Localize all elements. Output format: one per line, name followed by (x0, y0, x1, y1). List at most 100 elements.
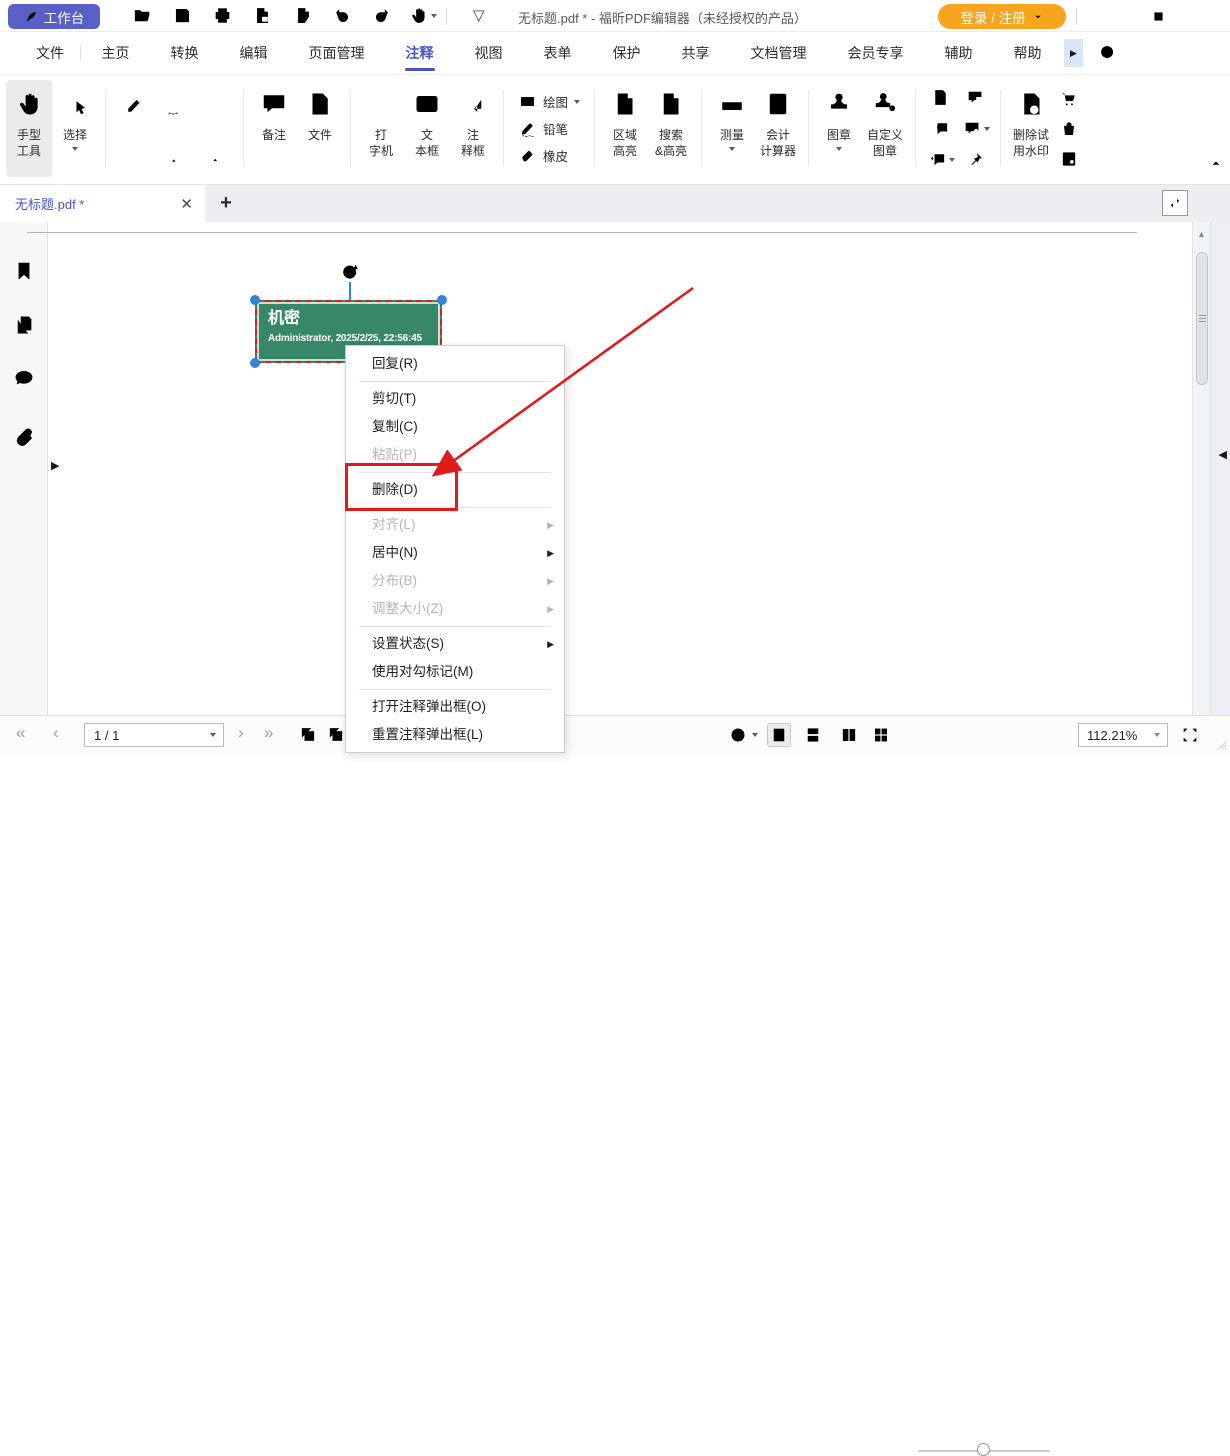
insert-caret-icon[interactable] (204, 140, 228, 164)
list-gear-icon[interactable] (1059, 149, 1079, 169)
menubar-tab-7[interactable]: 保护 (613, 32, 641, 74)
minimize-button[interactable] (1083, 0, 1123, 32)
fullscreen-icon[interactable] (1180, 725, 1200, 745)
clock-dropdown-caret[interactable] (752, 733, 758, 737)
collapse-toolbar-chevron-icon[interactable]: ▽ (473, 6, 485, 24)
menubar-tab-9[interactable]: 文档管理 (751, 32, 807, 74)
area-highlight-button[interactable]: 区域 高亮 (602, 80, 648, 177)
print-icon[interactable] (212, 5, 233, 26)
zoom-in-icon[interactable] (1056, 726, 1073, 743)
context-menu-item-6[interactable]: 居中(N)▶ (346, 539, 564, 567)
resize-handle-tl[interactable] (250, 295, 260, 305)
next-view-icon[interactable] (326, 725, 346, 745)
read-mode-clock-icon[interactable] (728, 725, 748, 745)
tab-close-icon[interactable]: ✕ (180, 195, 193, 213)
page-check-icon[interactable] (930, 87, 951, 108)
search-highlight-button[interactable]: 搜索 &高亮 (648, 80, 694, 177)
close-button[interactable] (1188, 0, 1228, 32)
more-menus-button[interactable]: ▶ (1064, 39, 1083, 67)
context-menu-item-3[interactable]: 粘贴(P) (346, 441, 564, 469)
bag-icon[interactable] (1059, 119, 1079, 139)
facing-layout-button[interactable] (837, 723, 861, 747)
context-menu-item-12[interactable]: 重置注释弹出框(L) (346, 721, 564, 749)
context-menu-item-2[interactable]: 复制(C) (346, 413, 564, 441)
document-tab[interactable]: 无标题.pdf * ✕ (0, 185, 205, 222)
comments-panel-icon[interactable] (11, 366, 37, 392)
menubar-tab-1[interactable]: 转换 (171, 32, 199, 74)
open-file-icon[interactable] (132, 5, 153, 26)
next-page-icon[interactable]: › (238, 723, 244, 743)
custom-stamp-button[interactable]: 自定义 图章 (862, 80, 908, 177)
new-tab-button[interactable]: + (210, 185, 242, 222)
hand-tool-button[interactable]: 手型 工具 (6, 80, 52, 177)
context-menu-item-11[interactable]: 打开注释弹出框(O) (346, 693, 564, 721)
resize-handle-tr[interactable] (437, 295, 447, 305)
hand-quick-icon[interactable] (408, 5, 429, 26)
summarize-comments-icon[interactable] (965, 87, 986, 108)
callout-button[interactable]: 注 释框 (450, 80, 496, 177)
file-menu[interactable]: 文件 (14, 43, 64, 63)
zoom-out-icon[interactable] (898, 726, 915, 743)
highlight-pen-icon[interactable] (122, 94, 146, 118)
note-button[interactable]: 备注 (251, 80, 297, 177)
context-menu-item-9[interactable]: 设置状态(S)▶ (346, 630, 564, 658)
scrollbar-thumb[interactable] (1196, 252, 1208, 385)
previous-view-icon[interactable] (298, 725, 318, 745)
underline-text-icon[interactable] (204, 94, 228, 118)
export-comments-icon[interactable] (927, 149, 948, 170)
attachments-panel-icon[interactable] (11, 424, 37, 450)
scroll-up-icon[interactable]: ▲ (1193, 229, 1210, 239)
resize-handle-bl[interactable] (250, 358, 260, 368)
previous-page-icon[interactable]: ‹ (53, 723, 59, 743)
context-menu-item-5[interactable]: 对齐(L)▶ (346, 511, 564, 539)
continuous-layout-button[interactable] (801, 723, 825, 747)
search-icon[interactable] (1097, 42, 1119, 64)
select-tool-button[interactable]: 选择 (52, 80, 98, 177)
menubar-tab-6[interactable]: 表单 (544, 32, 572, 74)
squiggly-underline-icon[interactable] (163, 94, 187, 118)
context-menu-item-4[interactable]: 删除(D) (346, 476, 564, 504)
rotate-handle-icon[interactable] (338, 260, 361, 283)
sidebar-expand-icon[interactable]: ▶ (51, 459, 59, 472)
keep-tool-pin-icon[interactable] (965, 149, 986, 170)
stamp-button[interactable]: 图章 (816, 80, 862, 177)
last-page-icon[interactable]: » (264, 723, 273, 743)
menubar-tab-11[interactable]: 辅助 (945, 32, 973, 74)
context-menu-item-7[interactable]: 分布(B)▶ (346, 567, 564, 595)
remove-watermark-button[interactable]: 删除试 用水印 (1008, 80, 1054, 177)
pages-panel-icon[interactable] (11, 312, 37, 338)
measure-button[interactable]: 测量 (709, 80, 755, 177)
context-menu-item-8[interactable]: 调整大小(Z)▶ (346, 595, 564, 623)
context-menu-item-10[interactable]: 使用对勾标记(M) (346, 658, 564, 686)
save-icon[interactable] (172, 5, 193, 26)
workspace-button[interactable]: 工作台 (8, 4, 100, 29)
menubar-tab-8[interactable]: 共享 (682, 32, 710, 74)
calculator-button[interactable]: 会计 计算器 (755, 80, 801, 177)
menubar-tab-5[interactable]: 视图 (475, 32, 503, 74)
hand-dropdown-caret[interactable] (431, 14, 437, 18)
cart-icon[interactable] (1059, 89, 1079, 109)
eraser-button[interactable]: 橡皮 (518, 146, 580, 165)
redo-icon[interactable] (371, 5, 392, 26)
zoom-slider-thumb[interactable] (977, 1443, 990, 1456)
menubar-tab-12[interactable]: 帮助 (1014, 32, 1042, 74)
comment-settings-icon[interactable] (962, 118, 983, 139)
maximize-button[interactable] (1138, 0, 1178, 32)
context-menu-item-0[interactable]: 回复(R) (346, 350, 564, 378)
bookmarks-panel-icon[interactable] (11, 258, 37, 284)
strikethrough-icon[interactable] (122, 140, 146, 164)
file-attach-button[interactable]: 文件 (297, 80, 343, 177)
menubar-tab-3[interactable]: 页面管理 (309, 32, 365, 74)
export-page-icon[interactable] (252, 5, 273, 26)
single-page-layout-button[interactable] (767, 723, 791, 747)
collapse-ribbon-icon[interactable] (1208, 155, 1224, 171)
undo-icon[interactable] (332, 5, 353, 26)
replace-text-icon[interactable] (163, 140, 187, 164)
resize-grip-icon[interactable] (1213, 736, 1228, 751)
switch-tabs-button[interactable] (1162, 190, 1188, 216)
add-page-icon[interactable] (293, 5, 314, 26)
context-menu-item-1[interactable]: 剪切(T) (346, 385, 564, 413)
page-number-box[interactable]: 1 / 1 (84, 723, 224, 747)
typewriter-button[interactable]: 打 字机 (358, 80, 404, 177)
draw-button[interactable]: 绘图 (518, 92, 580, 111)
